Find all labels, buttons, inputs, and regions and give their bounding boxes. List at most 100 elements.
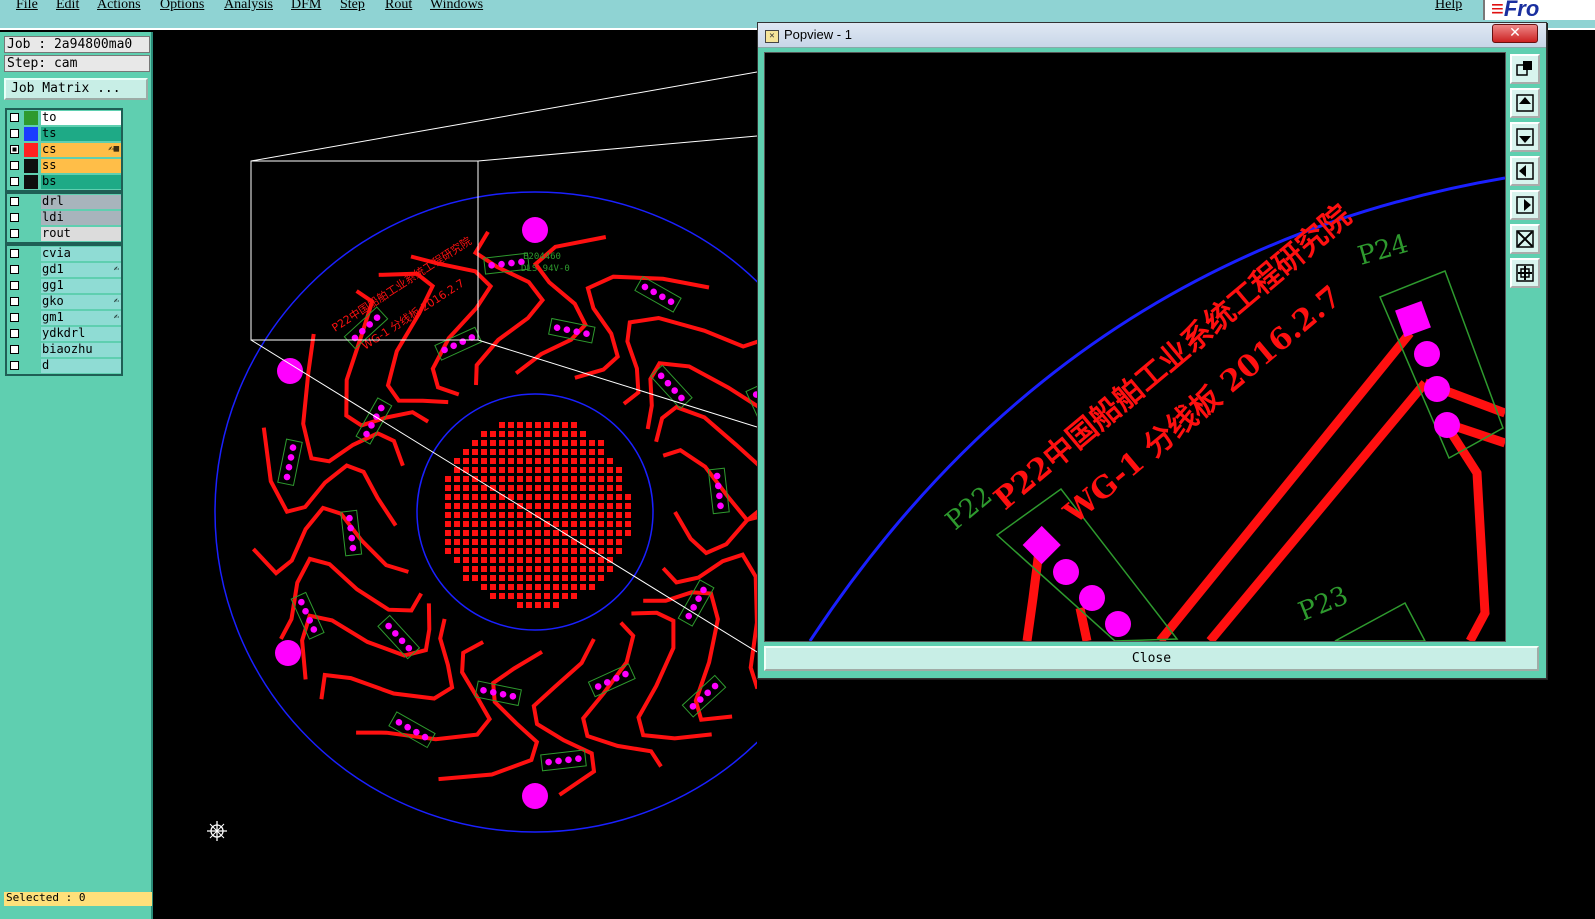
layer-checkbox[interactable]: [10, 145, 19, 154]
layer-row-gd1[interactable]: gd1 ✍: [7, 262, 121, 278]
menu-edit[interactable]: Edit: [56, 0, 79, 13]
layer-row-drl[interactable]: drl: [7, 194, 121, 210]
pan-down-icon[interactable]: [1510, 122, 1540, 152]
menu-rout[interactable]: Rout: [385, 0, 412, 13]
connector-pad: [480, 687, 487, 694]
connector-pad: [285, 463, 293, 471]
bga-pad: [580, 530, 586, 536]
pan-up-icon[interactable]: [1510, 88, 1540, 118]
bga-pad: [535, 530, 541, 536]
bga-pad: [589, 458, 595, 464]
menu-options[interactable]: Options: [160, 0, 204, 13]
bga-pad: [616, 503, 622, 509]
popview-titlebar[interactable]: ✕ Popview - 1 ✕: [758, 23, 1546, 48]
layer-color-swatch[interactable]: [24, 159, 38, 173]
layer-checkbox[interactable]: [10, 345, 19, 354]
pan-left-icon[interactable]: [1510, 156, 1540, 186]
bga-pad: [526, 485, 532, 491]
layer-name[interactable]: to: [41, 111, 121, 125]
layer-color-swatch[interactable]: [24, 175, 38, 189]
pan-right-icon[interactable]: [1510, 190, 1540, 220]
layer-row-cvia[interactable]: cvia: [7, 246, 121, 262]
layer-checkbox[interactable]: [10, 197, 19, 206]
layer-checkbox[interactable]: [10, 265, 19, 274]
layer-name[interactable]: bs: [41, 175, 121, 189]
layer-name[interactable]: gm1 ✍: [41, 311, 121, 325]
layer-name[interactable]: cvia: [41, 247, 121, 261]
layer-name[interactable]: ss: [41, 159, 121, 173]
menu-windows[interactable]: Windows: [430, 0, 483, 13]
layer-row-gg1[interactable]: gg1: [7, 278, 121, 294]
layer-checkbox[interactable]: [10, 361, 19, 370]
zoom-fit-icon[interactable]: [1510, 224, 1540, 254]
layer-checkbox[interactable]: [10, 281, 19, 290]
menu-help[interactable]: Help: [1435, 0, 1462, 13]
zoom-box-icon[interactable]: [1510, 54, 1540, 84]
layer-checkbox[interactable]: [10, 177, 19, 186]
layer-checkbox[interactable]: [10, 161, 19, 170]
layer-row-ss[interactable]: ss: [7, 158, 121, 174]
layer-row-gko[interactable]: gko ✍: [7, 294, 121, 310]
layer-checkbox[interactable]: [10, 229, 19, 238]
bga-pad: [481, 503, 487, 509]
bga-pad: [472, 566, 478, 572]
layer-row-to[interactable]: to: [7, 110, 121, 126]
layer-checkbox[interactable]: [10, 249, 19, 258]
layer-row-ts[interactable]: ts: [7, 126, 121, 142]
layer-name[interactable]: cs ✍▦: [41, 143, 121, 157]
layer-name[interactable]: gg1: [41, 279, 121, 293]
layer-checkbox[interactable]: [10, 313, 19, 322]
bga-pad: [598, 449, 604, 455]
menu-dfm[interactable]: DFM: [291, 0, 321, 13]
bga-pad: [553, 449, 559, 455]
bga-pad: [526, 593, 532, 599]
layer-name[interactable]: rout: [41, 227, 121, 241]
layer-color-swatch[interactable]: [24, 127, 38, 141]
menu-file[interactable]: File: [16, 0, 38, 13]
bga-pad: [580, 440, 586, 446]
layer-row-ydkdrl[interactable]: ydkdrl: [7, 326, 121, 342]
layer-checkbox[interactable]: [10, 129, 19, 138]
window-close-button[interactable]: ✕: [1492, 24, 1538, 43]
bga-pad: [571, 530, 577, 536]
bga-pad: [580, 485, 586, 491]
menu-step[interactable]: Step: [340, 0, 365, 13]
layer-name[interactable]: gd1 ✍: [41, 263, 121, 277]
layer-name[interactable]: d: [41, 359, 121, 373]
bga-pad: [562, 521, 568, 527]
layer-name[interactable]: drl: [41, 195, 121, 209]
bga-pad: [589, 476, 595, 482]
zoom-home-icon[interactable]: [1510, 258, 1540, 288]
layer-name[interactable]: ts: [41, 127, 121, 141]
layer-checkbox[interactable]: [10, 329, 19, 338]
layer-row-cs[interactable]: cs ✍▦: [7, 142, 121, 158]
layer-row-d[interactable]: d: [7, 358, 121, 374]
layer-row-rout[interactable]: rout: [7, 226, 121, 242]
layer-color-swatch[interactable]: [24, 111, 38, 125]
layer-row-biaozhu[interactable]: biaozhu: [7, 342, 121, 358]
close-button[interactable]: Close: [764, 646, 1539, 671]
connector-pad: [555, 757, 562, 765]
layer-checkbox[interactable]: [10, 297, 19, 306]
layer-row-bs[interactable]: bs: [7, 174, 121, 190]
menu-analysis[interactable]: Analysis: [224, 0, 273, 13]
popview-canvas[interactable]: P22 P23 P24 P22中国船舶工业系统工程研究院 WG-1 分线板 20…: [764, 52, 1506, 642]
bga-pad: [517, 593, 523, 599]
layer-name[interactable]: biaozhu: [41, 343, 121, 357]
layer-checkbox[interactable]: [10, 113, 19, 122]
job-matrix-button[interactable]: Job Matrix ...: [4, 78, 148, 100]
graphics-canvas[interactable]: P22中国船舶工业系统工程研究院 WG-1 分线板 2016.2.7 E2044…: [155, 32, 757, 919]
layer-row-gm1[interactable]: gm1 ✍: [7, 310, 121, 326]
connector-pad: [349, 544, 357, 552]
layer-name[interactable]: ydkdrl: [41, 327, 121, 341]
layer-checkbox[interactable]: [10, 213, 19, 222]
bga-pad: [589, 449, 595, 455]
bga-pad: [499, 431, 505, 437]
bga-pad: [571, 422, 577, 428]
layer-name[interactable]: gko ✍: [41, 295, 121, 309]
menu-actions[interactable]: Actions: [97, 0, 141, 13]
bga-pad: [463, 458, 469, 464]
layer-color-swatch[interactable]: [24, 143, 38, 157]
layer-name[interactable]: ldi: [41, 211, 121, 225]
layer-row-ldi[interactable]: ldi: [7, 210, 121, 226]
